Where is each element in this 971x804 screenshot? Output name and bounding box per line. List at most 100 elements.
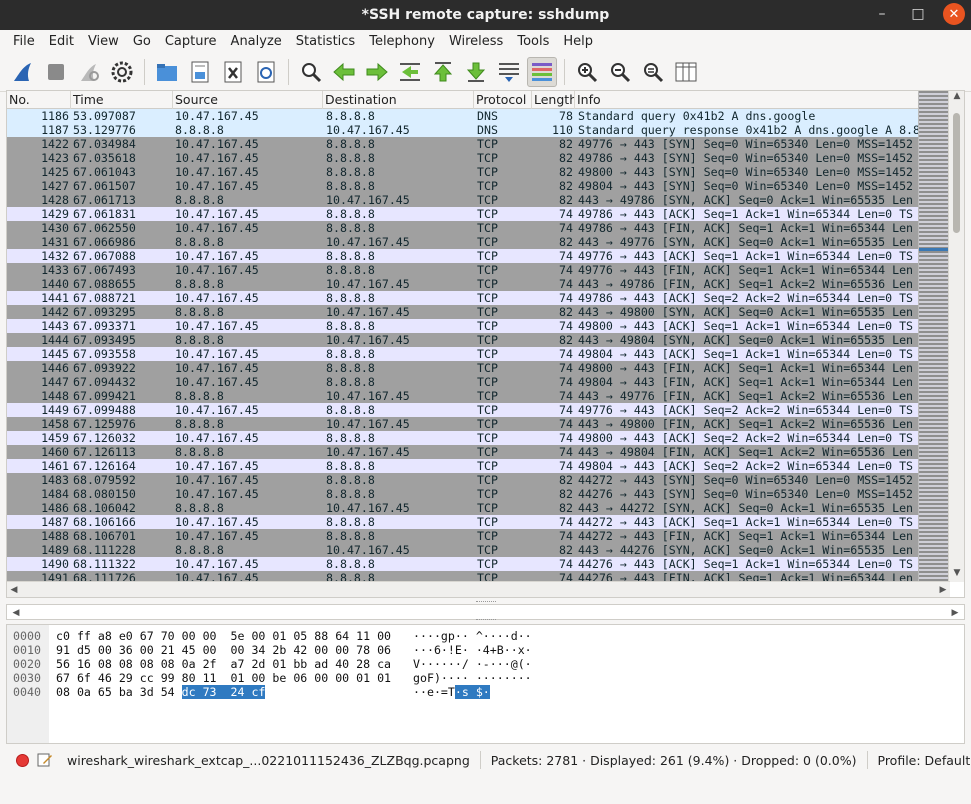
packet-minimap[interactable]: [918, 91, 949, 582]
close-window-button[interactable]: ✕: [943, 3, 965, 25]
packet-row[interactable]: 1459 67.126032 10.47.167.45 8.8.8.8 TCP 74 498…: [7, 431, 919, 445]
packet-row[interactable]: 1422 67.034984 10.47.167.45 8.8.8.8 TCP 82 497…: [7, 137, 919, 151]
packet-row[interactable]: 1447 67.094432 10.47.167.45 8.8.8.8 TCP 74 498…: [7, 375, 919, 389]
zoom-in-button[interactable]: [572, 57, 602, 87]
resize-columns-button[interactable]: [671, 57, 701, 87]
packet-row[interactable]: 1461 67.126164 10.47.167.45 8.8.8.8 TCP 74 498…: [7, 459, 919, 473]
capture-options-button[interactable]: [107, 57, 137, 87]
colorize-button[interactable]: [527, 56, 557, 87]
packet-row[interactable]: 1484 68.080150 10.47.167.45 8.8.8.8 TCP 82 442…: [7, 487, 919, 501]
zoom-out-button[interactable]: [605, 57, 635, 87]
packet-row[interactable]: 1444 67.093495 8.8.8.8 10.47.167.45 TCP 82 443…: [7, 333, 919, 347]
go-forward-button[interactable]: [362, 57, 392, 87]
byte-ascii[interactable]: V······/ ·-···@(·: [413, 657, 532, 671]
menu-view[interactable]: View: [81, 34, 126, 49]
packet-row[interactable]: 1487 68.106166 10.47.167.45 8.8.8.8 TCP 74 442…: [7, 515, 919, 529]
column-header-time[interactable]: Time: [71, 91, 173, 109]
byte-ascii[interactable]: ··e·=T·s $·: [413, 685, 490, 699]
reload-file-button[interactable]: [251, 57, 281, 87]
menu-capture[interactable]: Capture: [158, 34, 224, 49]
menu-analyze[interactable]: Analyze: [224, 34, 289, 49]
column-header-destination[interactable]: Destination: [323, 91, 474, 109]
column-header-protocol[interactable]: Protocol: [474, 91, 532, 109]
scroll-right-icon[interactable]: ▶: [936, 583, 950, 597]
restart-capture-button[interactable]: [74, 57, 104, 87]
profile-label[interactable]: Profile: Default: [878, 753, 971, 768]
packet-row[interactable]: 1431 67.066986 8.8.8.8 10.47.167.45 TCP 82 443…: [7, 235, 919, 249]
packet-row[interactable]: 1483 68.079592 10.47.167.45 8.8.8.8 TCP 82 442…: [7, 473, 919, 487]
packet-row[interactable]: 1486 68.106042 8.8.8.8 10.47.167.45 TCP 82 443…: [7, 501, 919, 515]
pane-splitter[interactable]: [6, 617, 965, 623]
column-header-source[interactable]: Source: [173, 91, 323, 109]
capture-comment-icon[interactable]: [37, 753, 53, 767]
byte-ascii[interactable]: goF)···· ········: [413, 671, 532, 685]
find-packet-button[interactable]: [296, 57, 326, 87]
column-header-length[interactable]: Length: [532, 91, 575, 109]
packet-row[interactable]: 1443 67.093371 10.47.167.45 8.8.8.8 TCP 74 498…: [7, 319, 919, 333]
packet-row[interactable]: 1430 67.062550 10.47.167.45 8.8.8.8 TCP 74 497…: [7, 221, 919, 235]
packet-list-vertical-scrollbar[interactable]: ▲ ▼: [948, 91, 964, 582]
scroll-left-icon[interactable]: ◀: [7, 583, 21, 597]
column-header-no[interactable]: No.: [7, 91, 71, 109]
menu-statistics[interactable]: Statistics: [289, 34, 362, 49]
packet-row[interactable]: 1490 68.111322 10.47.167.45 8.8.8.8 TCP 74 442…: [7, 557, 919, 571]
menu-telephony[interactable]: Telephony: [362, 34, 442, 49]
packet-row[interactable]: 1187 53.129776 8.8.8.8 10.47.167.45 DNS 110 St…: [7, 123, 919, 137]
byte-hex[interactable]: 08 0a 65 ba 3d 54 dc 73 24 cf: [56, 685, 266, 699]
packet-length: 82: [559, 543, 573, 557]
packet-row[interactable]: 1460 67.126113 8.8.8.8 10.47.167.45 TCP 74 443…: [7, 445, 919, 459]
byte-hex[interactable]: c0 ff a8 e0 67 70 00 00 5e 00 01 05 88 6…: [56, 629, 391, 643]
go-first-packet-button[interactable]: [428, 57, 458, 87]
packet-row[interactable]: 1446 67.093922 10.47.167.45 8.8.8.8 TCP 74 498…: [7, 361, 919, 375]
packet-row[interactable]: 1442 67.093295 8.8.8.8 10.47.167.45 TCP 82 443…: [7, 305, 919, 319]
go-last-packet-button[interactable]: [461, 57, 491, 87]
menu-go[interactable]: Go: [126, 34, 158, 49]
scroll-down-icon[interactable]: ▼: [949, 568, 964, 582]
menu-help[interactable]: Help: [556, 34, 600, 49]
packet-row[interactable]: 1429 67.061831 10.47.167.45 8.8.8.8 TCP 74 497…: [7, 207, 919, 221]
packet-destination: 8.8.8.8: [326, 263, 375, 277]
packet-row[interactable]: 1449 67.099488 10.47.167.45 8.8.8.8 TCP 74 497…: [7, 403, 919, 417]
packet-row[interactable]: 1488 68.106701 10.47.167.45 8.8.8.8 TCP 74 442…: [7, 529, 919, 543]
packet-time: 67.088655: [73, 277, 136, 291]
start-capture-button[interactable]: [8, 57, 38, 87]
packet-row[interactable]: 1441 67.088721 10.47.167.45 8.8.8.8 TCP 74 497…: [7, 291, 919, 305]
packet-row[interactable]: 1428 67.061713 8.8.8.8 10.47.167.45 TCP 82 443…: [7, 193, 919, 207]
expert-info-icon[interactable]: [16, 753, 29, 767]
packet-row[interactable]: 1448 67.099421 8.8.8.8 10.47.167.45 TCP 74 443…: [7, 389, 919, 403]
menu-file[interactable]: File: [6, 34, 42, 49]
packet-length: 74: [559, 361, 573, 375]
minimize-button[interactable]: –: [871, 3, 893, 25]
stop-capture-button[interactable]: [41, 57, 71, 87]
packet-row[interactable]: 1423 67.035618 10.47.167.45 8.8.8.8 TCP 82 497…: [7, 151, 919, 165]
byte-hex[interactable]: 67 6f 46 29 cc 99 80 11 01 00 be 06 00 0…: [56, 671, 391, 685]
byte-ascii[interactable]: ····gp·· ^····d··: [413, 629, 532, 643]
packet-list-horizontal-scrollbar[interactable]: ◀ ▶: [7, 581, 950, 597]
packet-row[interactable]: 1489 68.111228 8.8.8.8 10.47.167.45 TCP 82 443…: [7, 543, 919, 557]
packet-row[interactable]: 1425 67.061043 10.47.167.45 8.8.8.8 TCP 82 498…: [7, 165, 919, 179]
packet-row[interactable]: 1440 67.088655 8.8.8.8 10.47.167.45 TCP 74 443…: [7, 277, 919, 291]
column-header-info[interactable]: Info: [575, 91, 919, 109]
packet-row[interactable]: 1432 67.067088 10.47.167.45 8.8.8.8 TCP 74 497…: [7, 249, 919, 263]
packet-row[interactable]: 1186 53.097087 10.47.167.45 8.8.8.8 DNS 78 Sta…: [7, 109, 919, 123]
menu-wireless[interactable]: Wireless: [442, 34, 510, 49]
packet-row[interactable]: 1433 67.067493 10.47.167.45 8.8.8.8 TCP 74 497…: [7, 263, 919, 277]
save-file-button[interactable]: [185, 57, 215, 87]
menu-edit[interactable]: Edit: [42, 34, 81, 49]
packet-row[interactable]: 1427 67.061507 10.47.167.45 8.8.8.8 TCP 82 498…: [7, 179, 919, 193]
packet-row[interactable]: 1458 67.125976 8.8.8.8 10.47.167.45 TCP 74 443…: [7, 417, 919, 431]
byte-hex[interactable]: 91 d5 00 36 00 21 45 00 00 34 2b 42 00 0…: [56, 643, 391, 657]
go-to-packet-button[interactable]: [395, 57, 425, 87]
byte-ascii[interactable]: ···6·!E· ·4+B··x·: [413, 643, 532, 657]
autoscroll-button[interactable]: [494, 57, 524, 87]
go-back-button[interactable]: [329, 57, 359, 87]
close-file-button[interactable]: [218, 57, 248, 87]
menu-tools[interactable]: Tools: [510, 34, 556, 49]
open-file-button[interactable]: [152, 57, 182, 87]
packet-row[interactable]: 1445 67.093558 10.47.167.45 8.8.8.8 TCP 74 498…: [7, 347, 919, 361]
zoom-normal-button[interactable]: [638, 57, 668, 87]
byte-hex[interactable]: 56 16 08 08 08 08 0a 2f a7 2d 01 bb ad 4…: [56, 657, 391, 671]
maximize-button[interactable]: □: [907, 3, 929, 25]
scroll-thumb[interactable]: [953, 113, 960, 233]
scroll-up-icon[interactable]: ▲: [949, 91, 964, 105]
